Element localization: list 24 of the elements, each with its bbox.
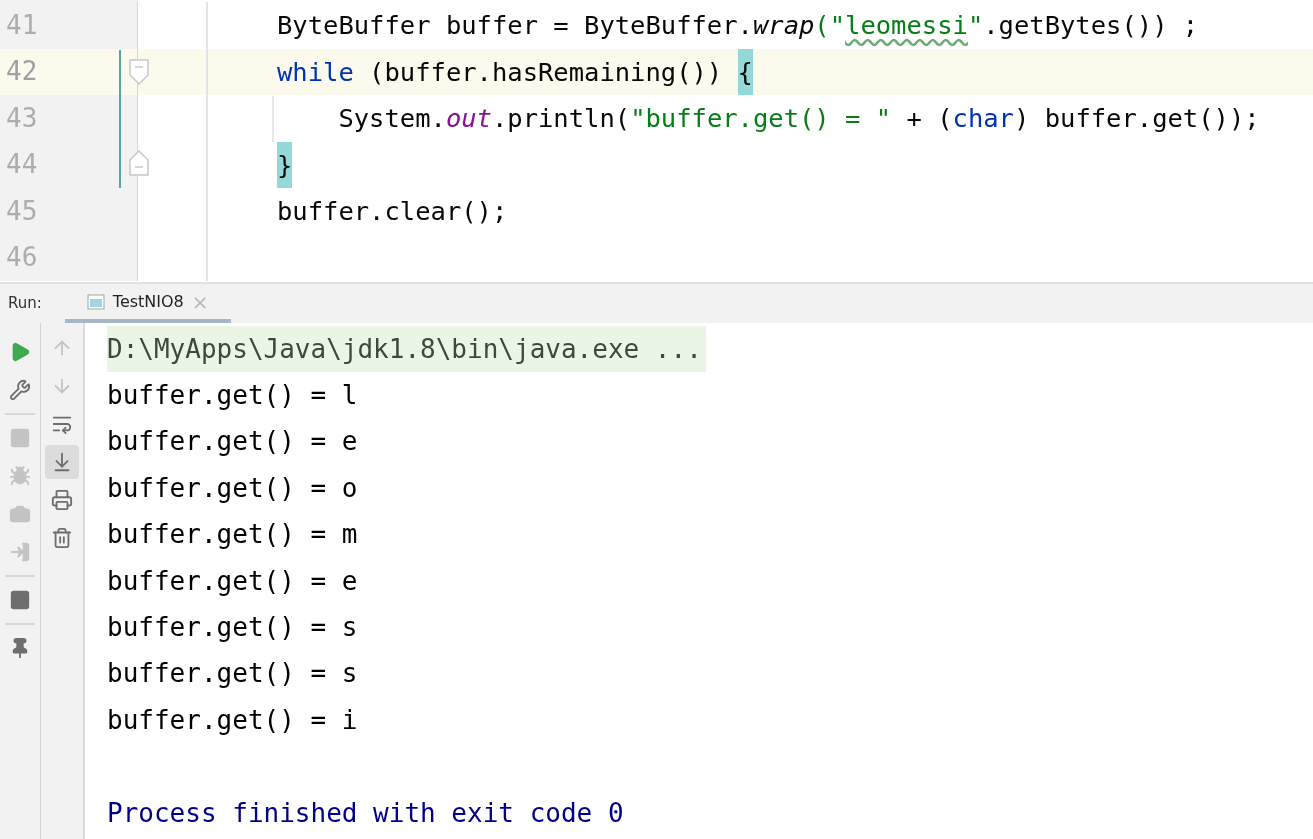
console-output: buffer.get() = s xyxy=(107,657,358,691)
scroll-to-end-button[interactable] xyxy=(45,445,79,479)
line-number: 45 xyxy=(6,194,38,228)
tab-title: TestNIO8 xyxy=(112,290,184,313)
console-output: buffer.get() = i xyxy=(107,703,358,737)
fold-marker-icon[interactable] xyxy=(129,149,149,176)
console-output: buffer.get() = l xyxy=(107,379,358,413)
wrench-icon[interactable] xyxy=(9,379,31,401)
printer-icon xyxy=(51,489,73,511)
exit-message: Process finished with exit code 0 xyxy=(107,796,624,830)
run-label: Run: xyxy=(8,293,42,315)
line-number: 46 xyxy=(6,241,38,275)
line-number: 41 xyxy=(6,8,38,42)
line-number: 43 xyxy=(6,101,38,135)
console-output: buffer.get() = e xyxy=(107,564,358,598)
window-icon xyxy=(86,293,105,310)
console-output: buffer.get() = s xyxy=(107,611,358,645)
console-output: buffer.get() = m xyxy=(107,518,358,552)
console-output: buffer.get() = o xyxy=(107,471,358,505)
line-number: 44 xyxy=(6,148,38,182)
console-output: buffer.get() = e xyxy=(107,425,358,459)
fold-marker-icon[interactable] xyxy=(129,58,149,85)
line-number: 42 xyxy=(6,55,38,89)
trash-icon xyxy=(51,527,73,549)
